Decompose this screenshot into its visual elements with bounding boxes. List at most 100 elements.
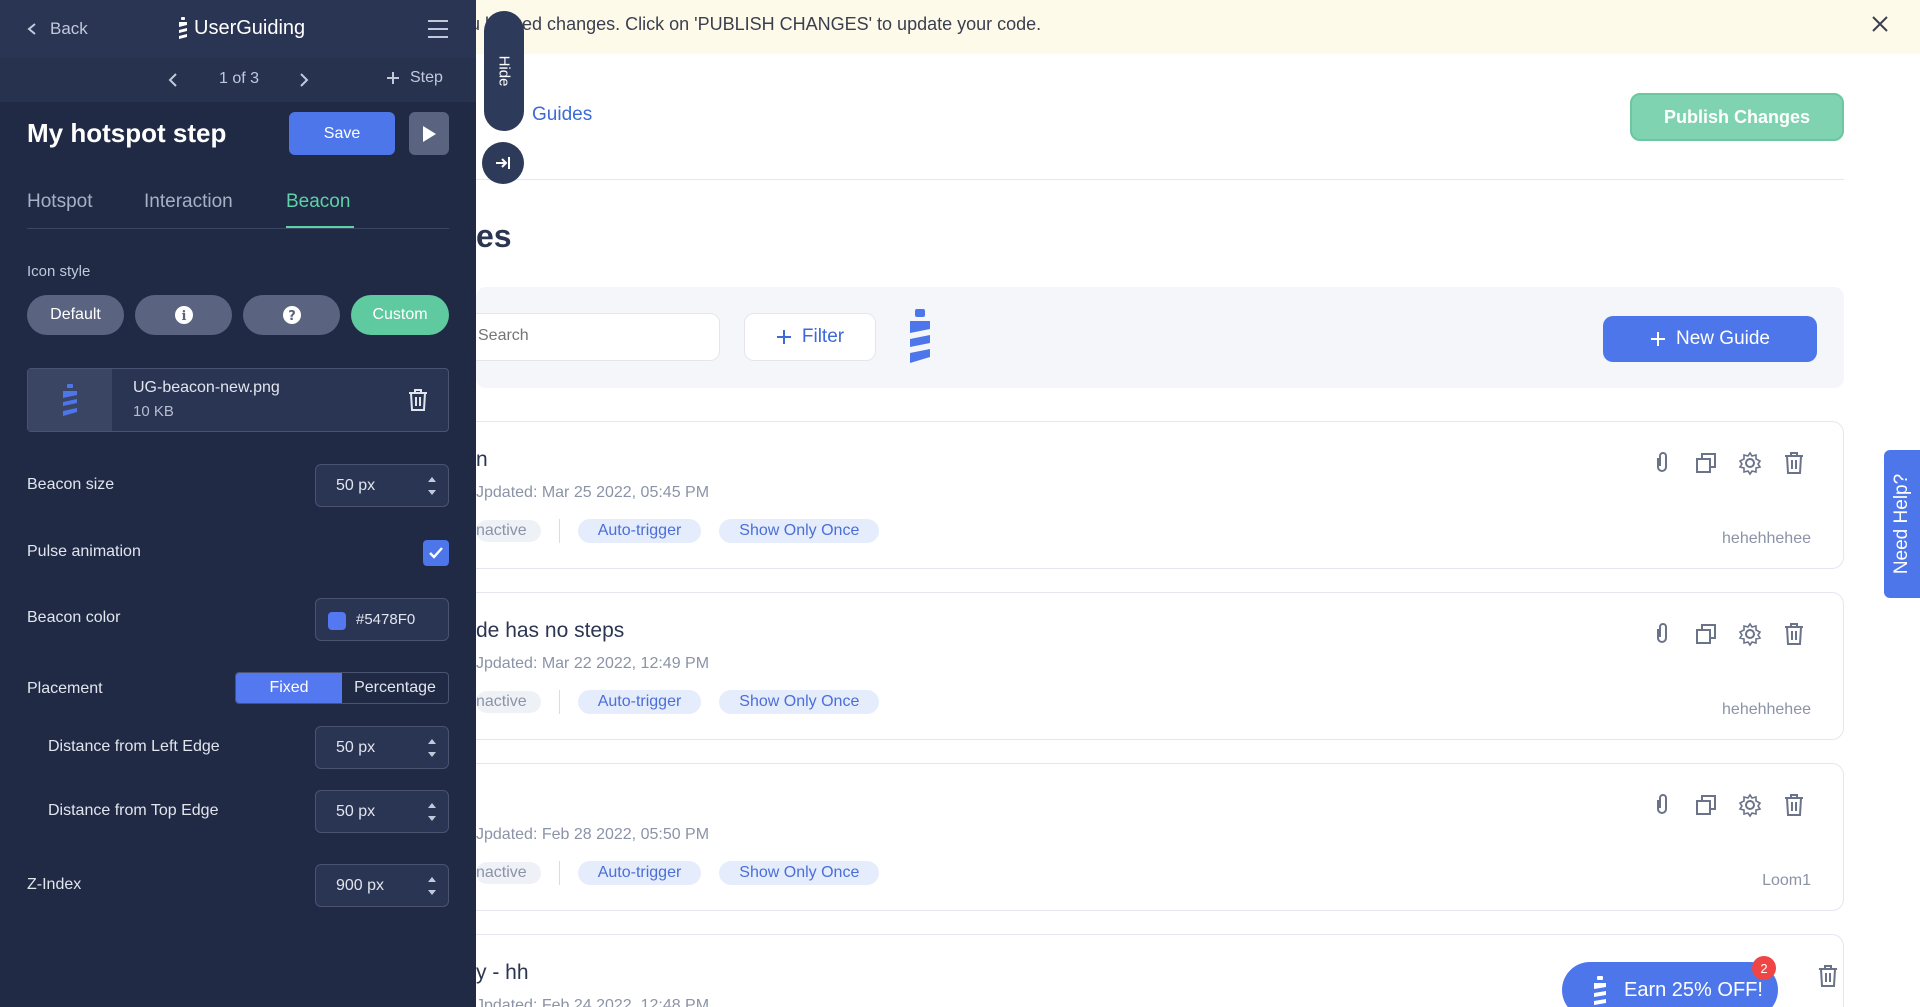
tab-guides[interactable]: Guides — [532, 104, 592, 126]
gear-icon[interactable] — [1737, 792, 1763, 818]
trash-icon[interactable] — [406, 388, 430, 412]
collapse-panel-button[interactable] — [482, 142, 524, 184]
trash-icon[interactable] — [1781, 792, 1807, 818]
hide-panel-tab[interactable]: Hide — [484, 11, 524, 131]
back-button[interactable]: Back — [26, 19, 88, 39]
duplicate-icon[interactable] — [1693, 450, 1719, 476]
file-name: UG-beacon-new.png — [133, 379, 280, 396]
guide-date: Jpdated: Mar 25 2022, 05:45 PM — [476, 484, 710, 501]
step-editor-panel: Back UserGuiding 1 of 3 Step My hotspot … — [0, 0, 476, 1007]
trash-icon[interactable] — [1781, 450, 1807, 476]
info-glyph: i — [181, 309, 186, 324]
guide-title[interactable]: de has no steps — [476, 619, 624, 643]
guide-author: hehehhehee — [1722, 701, 1811, 718]
search-input[interactable] — [478, 327, 698, 345]
gear-icon[interactable] — [1737, 450, 1763, 476]
userguiding-logo-icon — [910, 309, 930, 363]
new-guide-label: New Guide — [1676, 328, 1770, 349]
guide-actions — [1649, 792, 1807, 818]
status-badge: nactive — [476, 520, 541, 542]
guide-actions — [1649, 450, 1807, 476]
frequency-badge: Show Only Once — [719, 519, 880, 543]
file-size: 10 KB — [133, 403, 174, 420]
beacon-size-label: Beacon size — [27, 476, 115, 493]
chevron-left-icon[interactable] — [163, 70, 183, 90]
zindex-value: 900 px — [336, 877, 385, 894]
back-label: Back — [50, 19, 88, 38]
tab-hotspot[interactable]: Hotspot — [27, 191, 92, 213]
left-edge-input[interactable]: 50 px — [315, 726, 449, 769]
placement-percentage-option[interactable]: Percentage — [342, 673, 448, 703]
zindex-input[interactable]: 900 px — [315, 864, 449, 907]
hamburger-menu-icon[interactable] — [426, 18, 450, 40]
trigger-badge: Auto-trigger — [577, 861, 702, 885]
banner-text: u blished changes. Click on 'PUBLISH CHA… — [470, 14, 1042, 34]
guide-title[interactable]: y - hh — [476, 961, 529, 985]
add-step-button[interactable]: Step — [386, 69, 443, 87]
beacon-color-input[interactable]: #5478F0 — [315, 598, 449, 641]
guide-card[interactable]: Jpdated: Feb 28 2022, 05:50 PM nactive A… — [440, 763, 1844, 911]
frequency-badge: Show Only Once — [719, 690, 880, 714]
stepper-arrows-icon[interactable] — [426, 873, 438, 899]
need-help-label: Need Help? — [1891, 473, 1912, 575]
icon-style-default-label: Default — [50, 306, 101, 323]
top-edge-label: Distance from Top Edge — [48, 802, 219, 819]
top-edge-input[interactable]: 50 px — [315, 790, 449, 833]
guide-card[interactable]: de has no steps Jpdated: Mar 22 2022, 12… — [440, 592, 1844, 740]
top-edge-value: 50 px — [336, 803, 376, 820]
trash-icon[interactable] — [1815, 963, 1841, 989]
file-thumbnail — [28, 369, 112, 431]
panel-tabs: Hotspot Interaction Beacon — [27, 191, 449, 229]
duplicate-icon[interactable] — [1693, 621, 1719, 647]
divider — [558, 519, 560, 543]
icon-style-default-button[interactable]: Default — [27, 295, 124, 335]
plus-icon — [1651, 332, 1665, 346]
tab-beacon[interactable]: Beacon — [286, 191, 350, 213]
trash-icon[interactable] — [1781, 621, 1807, 647]
add-step-label: Step — [410, 69, 443, 86]
icon-style-custom-button[interactable]: Custom — [351, 295, 449, 335]
question-glyph: ? — [288, 309, 296, 324]
pulse-animation-checkbox[interactable] — [423, 540, 449, 566]
guide-card[interactable]: n Jpdated: Mar 25 2022, 05:45 PM nactive… — [440, 421, 1844, 569]
userguiding-logo-icon — [1594, 976, 1606, 1005]
close-icon[interactable] — [1868, 12, 1892, 36]
arrow-to-right-icon — [496, 157, 510, 169]
new-guide-button[interactable]: New Guide — [1603, 316, 1817, 362]
tab-interaction[interactable]: Interaction — [144, 191, 233, 213]
need-help-tab[interactable]: Need Help? — [1884, 450, 1920, 598]
guide-date: Jpdated: Feb 28 2022, 05:50 PM — [476, 826, 710, 843]
earn-label: Earn 25% OFF! — [1624, 978, 1763, 1001]
publish-changes-button[interactable]: Publish Changes — [1630, 93, 1844, 141]
stepper-arrows-icon[interactable] — [426, 735, 438, 761]
filter-button[interactable]: Filter — [744, 313, 876, 361]
divider — [558, 690, 560, 714]
placement-label: Placement — [27, 680, 103, 697]
paperclip-icon[interactable] — [1649, 621, 1675, 647]
search-box — [476, 313, 720, 361]
paperclip-icon[interactable] — [1649, 792, 1675, 818]
icon-style-info-button[interactable]: i — [135, 295, 232, 335]
beacon-size-input[interactable]: 50 px — [315, 464, 449, 507]
chevron-left-icon — [27, 23, 36, 35]
color-swatch[interactable] — [328, 612, 346, 630]
gear-icon[interactable] — [1737, 621, 1763, 647]
brand-logo: UserGuiding — [176, 16, 305, 40]
guide-author: hehehhehee — [1722, 530, 1811, 547]
paperclip-icon[interactable] — [1649, 450, 1675, 476]
plus-icon — [776, 330, 791, 344]
duplicate-icon[interactable] — [1693, 792, 1719, 818]
zindex-label: Z-Index — [27, 876, 82, 893]
icon-style-question-button[interactable]: ? — [243, 295, 340, 335]
divider — [558, 861, 560, 885]
save-button[interactable]: Save — [289, 112, 395, 155]
guide-title[interactable]: n — [476, 448, 488, 472]
info-icon: i — [174, 306, 193, 324]
stepper-arrows-icon[interactable] — [426, 473, 438, 499]
placement-fixed-option[interactable]: Fixed — [236, 673, 342, 703]
chevron-right-icon[interactable] — [294, 70, 314, 90]
stepper-arrows-icon[interactable] — [426, 799, 438, 825]
preview-button[interactable] — [409, 112, 449, 155]
earn-discount-button[interactable]: Earn 25% OFF! — [1562, 962, 1778, 1007]
notification-badge: 2 — [1752, 956, 1776, 980]
